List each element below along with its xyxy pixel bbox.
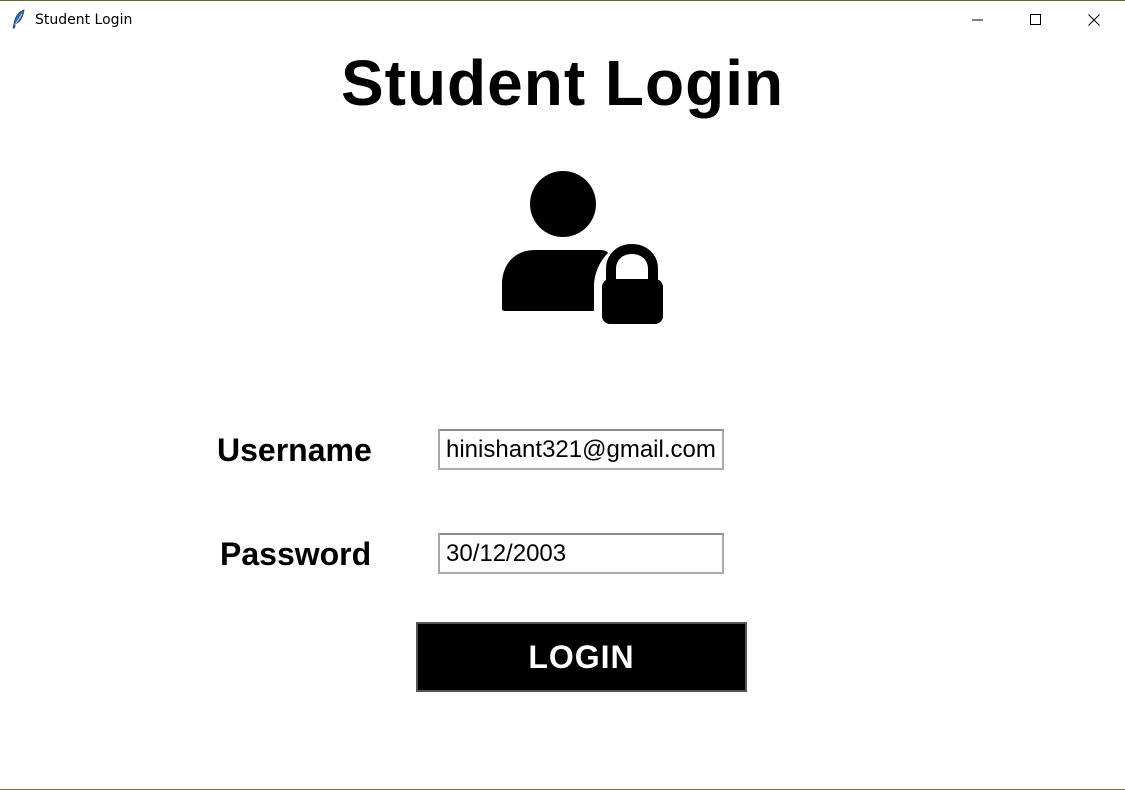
window-title: Student Login [35,12,133,28]
maximize-button[interactable] [1008,1,1066,39]
page-title: Student Login [340,47,785,119]
minimize-icon [972,19,983,21]
minimize-button[interactable] [950,1,1008,39]
maximize-icon [1030,14,1041,25]
login-button[interactable]: LOGIN [416,622,747,692]
user-lock-icon [500,169,666,327]
close-icon [1088,14,1100,26]
password-label: Password [220,536,372,572]
password-field[interactable] [438,533,724,574]
app-window: Student Login Student Login Username hin… [0,0,1125,790]
feather-icon [12,9,26,29]
title-bar[interactable]: Student Login [0,1,1125,39]
username-field[interactable] [438,429,724,470]
username-label: Username [217,432,372,468]
close-button[interactable] [1066,1,1124,39]
